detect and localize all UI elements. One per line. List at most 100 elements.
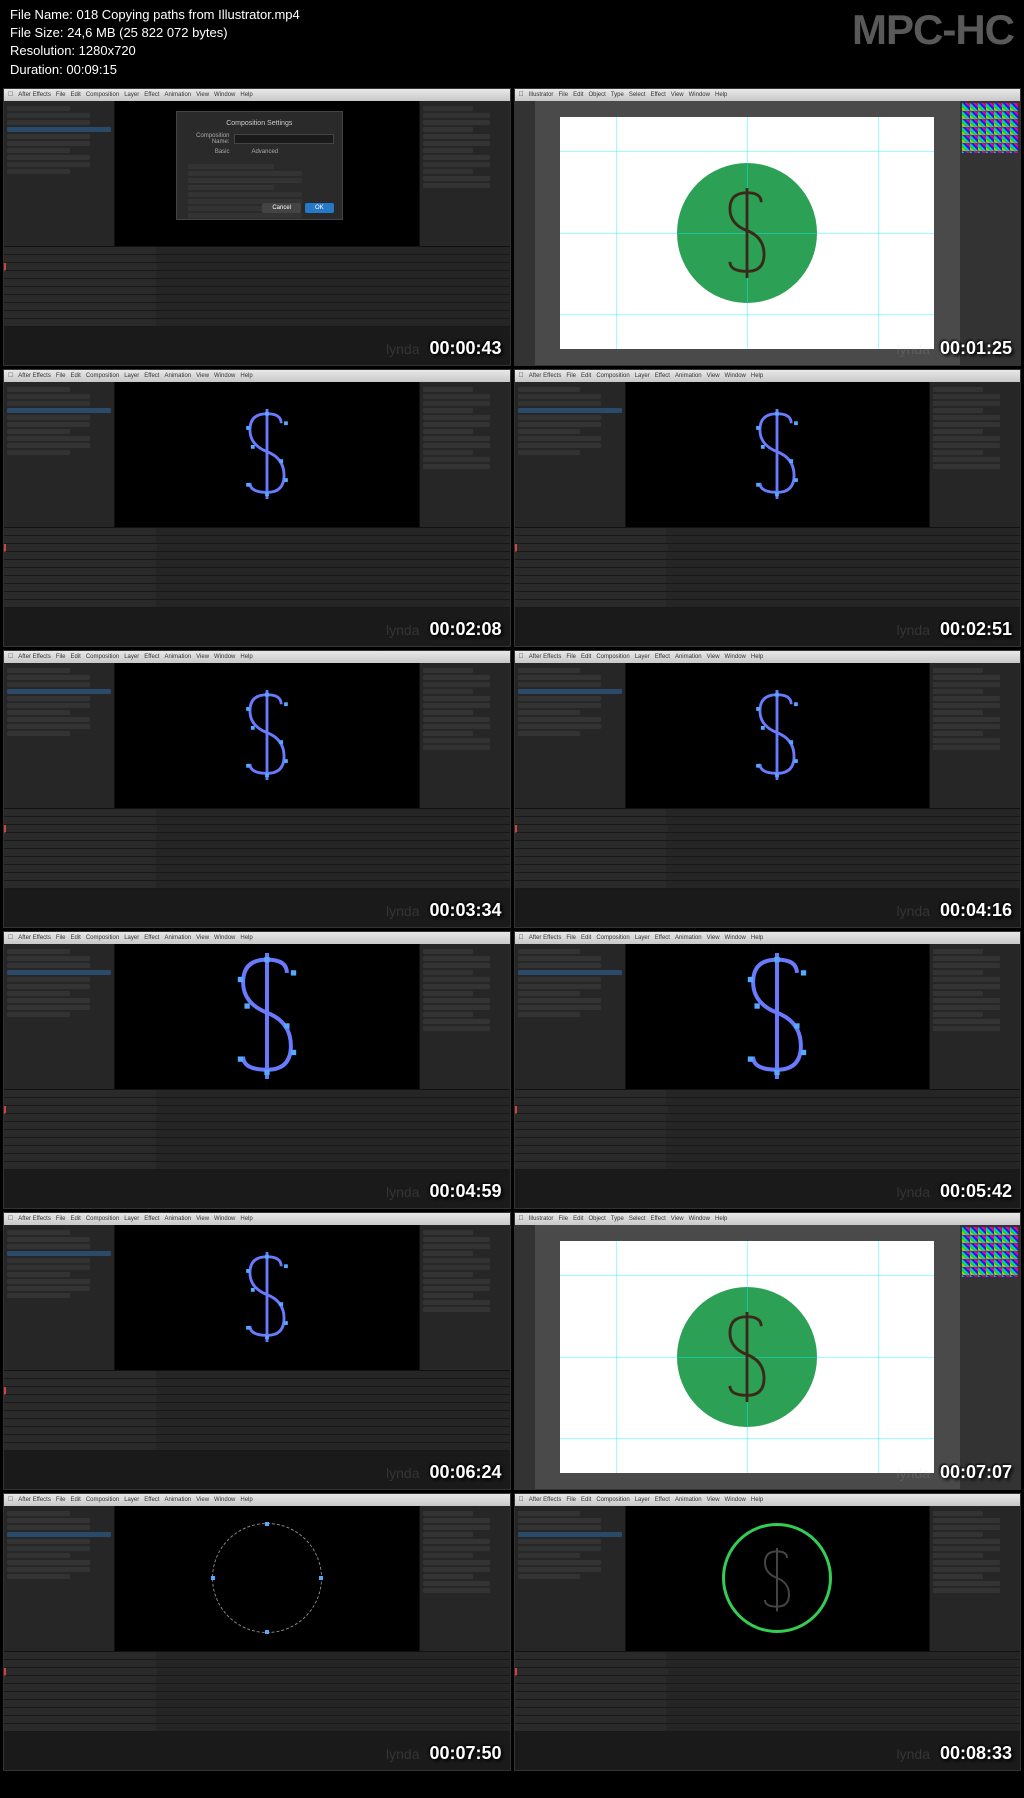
effects-panel[interactable] [929, 944, 1020, 1089]
menu-item[interactable]: Animation [164, 654, 191, 660]
menu-item[interactable]: Select [629, 92, 646, 98]
menu-item[interactable]: Window [689, 1216, 710, 1222]
menu-item[interactable]: Effect [655, 373, 670, 379]
menu-item[interactable]: Composition [596, 935, 629, 941]
menu-item[interactable]: Layer [635, 1497, 650, 1503]
thumbnail[interactable]: After EffectsFileEditCompositionLayerEf… [514, 931, 1022, 1209]
composition-viewer[interactable]: Composition SettingsComposition Name:Bas… [115, 101, 418, 246]
project-panel[interactable] [4, 663, 115, 808]
project-panel[interactable] [515, 382, 626, 527]
menu-item[interactable]: Effect [655, 1497, 670, 1503]
menu-item[interactable]: Composition [596, 654, 629, 660]
dollar-shape[interactable] [237, 690, 297, 780]
menu-item[interactable]: Edit [573, 1216, 583, 1222]
menu-item[interactable]: Help [715, 1216, 727, 1222]
menu-item[interactable]: After Effects [529, 654, 562, 660]
panels[interactable] [960, 1225, 1020, 1489]
menu-item[interactable]: Select [629, 1216, 646, 1222]
menu-item[interactable]: Layer [124, 1497, 139, 1503]
menu-item[interactable]: View [707, 935, 720, 941]
menu-item[interactable]: File [56, 373, 66, 379]
menu-item[interactable]: View [196, 373, 209, 379]
composition-viewer[interactable] [626, 944, 929, 1089]
menu-item[interactable]: Composition [596, 1497, 629, 1503]
menu-item[interactable]: Illustrator [529, 92, 554, 98]
effects-panel[interactable] [929, 382, 1020, 527]
project-panel[interactable] [4, 1506, 115, 1651]
menu-item[interactable]: Effect [144, 654, 159, 660]
menu-item[interactable]: Effect [144, 1216, 159, 1222]
menu-item[interactable]: Animation [675, 373, 702, 379]
menu-item[interactable]: File [566, 935, 576, 941]
dollar-shape[interactable] [237, 409, 297, 499]
menu-item[interactable]: Layer [124, 654, 139, 660]
menu-item[interactable]: Animation [675, 654, 702, 660]
dollar-shape[interactable] [747, 409, 807, 499]
menu-item[interactable]: Window [214, 1216, 235, 1222]
menu-item[interactable]: Type [611, 1216, 624, 1222]
menu-item[interactable]: File [56, 92, 66, 98]
project-panel[interactable] [4, 944, 115, 1089]
menu-item[interactable]: Help [751, 935, 763, 941]
menu-item[interactable]: Layer [124, 935, 139, 941]
menu-item[interactable]: After Effects [18, 654, 51, 660]
menu-item[interactable]: View [196, 1497, 209, 1503]
menu-item[interactable]: File [56, 935, 66, 941]
thumbnail[interactable]: After EffectsFileEditCompositionLayerEf… [3, 1212, 511, 1490]
thumbnail[interactable]: After EffectsFileEditCompositionLayerEf… [3, 369, 511, 647]
composition-viewer[interactable] [115, 1506, 418, 1651]
menu-item[interactable]: Edit [71, 935, 81, 941]
menu-item[interactable]: Layer [635, 373, 650, 379]
menu-item[interactable]: Composition [86, 654, 119, 660]
menu-item[interactable]: Illustrator [529, 1216, 554, 1222]
effects-panel[interactable] [929, 1506, 1020, 1651]
thumbnail[interactable]: After EffectsFileEditCompositionLayerEf… [514, 650, 1022, 928]
thumbnail[interactable]: After EffectsFileEditCompositionLayerEf… [3, 88, 511, 366]
menu-item[interactable]: Help [751, 654, 763, 660]
project-panel[interactable] [4, 101, 115, 246]
menu-item[interactable]: File [56, 1497, 66, 1503]
menu-item[interactable]: After Effects [18, 935, 51, 941]
thumbnail[interactable]: IllustratorFileEditObjectTypeSelectEffe… [514, 88, 1022, 366]
menu-item[interactable]: Animation [164, 1497, 191, 1503]
menu-item[interactable]: Animation [675, 935, 702, 941]
menu-item[interactable]: Edit [581, 935, 591, 941]
project-panel[interactable] [4, 382, 115, 527]
menu-item[interactable]: View [707, 1497, 720, 1503]
menu-item[interactable]: Window [725, 654, 746, 660]
thumbnail[interactable]: After EffectsFileEditCompositionLayerEf… [514, 1493, 1022, 1771]
menu-item[interactable]: Window [214, 654, 235, 660]
composition-viewer[interactable] [115, 1225, 418, 1370]
canvas[interactable] [535, 1225, 961, 1489]
project-panel[interactable] [4, 1225, 115, 1370]
thumbnail[interactable]: After EffectsFileEditCompositionLayerEf… [3, 931, 511, 1209]
menu-item[interactable]: Composition [86, 1216, 119, 1222]
menu-item[interactable]: File [56, 1216, 66, 1222]
menu-item[interactable]: Window [214, 935, 235, 941]
menu-item[interactable]: After Effects [529, 373, 562, 379]
menu-item[interactable]: Help [240, 1216, 252, 1222]
effects-panel[interactable] [929, 663, 1020, 808]
menu-item[interactable]: Layer [124, 92, 139, 98]
menu-item[interactable]: Composition [596, 373, 629, 379]
composition-viewer[interactable] [115, 382, 418, 527]
dollar-shape[interactable] [747, 690, 807, 780]
menu-item[interactable]: Layer [635, 935, 650, 941]
menu-item[interactable]: Effect [655, 935, 670, 941]
menu-item[interactable]: After Effects [18, 1216, 51, 1222]
menu-item[interactable]: Animation [164, 92, 191, 98]
ok-button[interactable]: OK [305, 203, 334, 213]
menu-item[interactable]: After Effects [18, 373, 51, 379]
menu-item[interactable]: Animation [675, 1497, 702, 1503]
effects-panel[interactable] [419, 382, 510, 527]
menu-item[interactable]: Edit [71, 373, 81, 379]
thumbnail[interactable]: After EffectsFileEditCompositionLayerEf… [514, 369, 1022, 647]
menu-item[interactable]: View [196, 92, 209, 98]
composition-viewer[interactable] [115, 663, 418, 808]
menu-item[interactable]: After Effects [18, 1497, 51, 1503]
green-circle-path[interactable] [722, 1523, 832, 1633]
menu-item[interactable]: Edit [71, 1497, 81, 1503]
toolbar[interactable] [515, 1225, 535, 1489]
circle-path[interactable] [212, 1523, 322, 1633]
menu-item[interactable]: Animation [164, 935, 191, 941]
